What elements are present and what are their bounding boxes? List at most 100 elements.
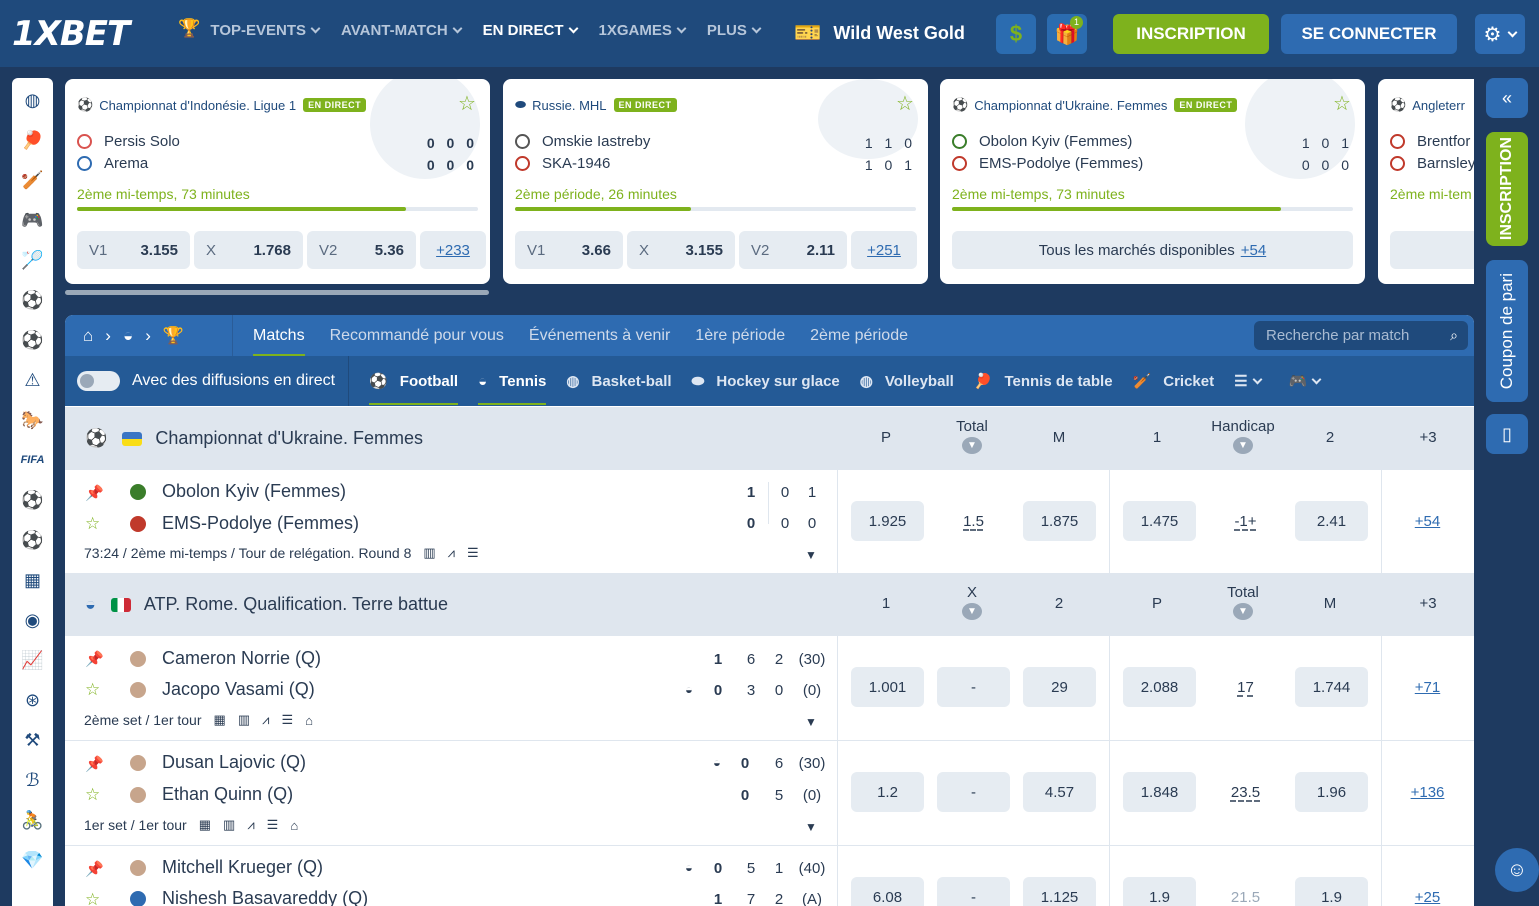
- tab-recommande[interactable]: Recommandé pour vous: [330, 315, 504, 356]
- odd-x[interactable]: X 1.768: [194, 231, 303, 269]
- carousel-scrollbar[interactable]: [65, 290, 489, 295]
- live-card[interactable]: ⚽ Angleterr Brentfor Barnsley 2ème mi-te…: [1378, 79, 1474, 284]
- sport-basketball[interactable]: ◍ Basket-ball: [566, 356, 671, 406]
- favorite-star-icon[interactable]: ☆: [85, 514, 100, 534]
- nav-avant-match[interactable]: AVANT-MATCH: [341, 22, 463, 39]
- odd-cell[interactable]: 1.875: [1023, 501, 1096, 541]
- odd-v1[interactable]: V1 3.66: [515, 231, 623, 269]
- chevron-down-icon[interactable]: ▼: [805, 820, 817, 834]
- pin-icon[interactable]: 📌: [85, 860, 104, 878]
- line-chart-icon[interactable]: ⩘: [262, 712, 269, 728]
- chevron-down-icon[interactable]: ▼: [805, 548, 817, 562]
- fifa-icon[interactable]: FIFA: [12, 440, 53, 480]
- diamond-icon[interactable]: 💎: [12, 840, 53, 880]
- stats-list-icon[interactable]: ☰: [281, 712, 293, 728]
- col-header-dropdown[interactable]: Total ▼: [932, 418, 1012, 454]
- scoreboard-icon[interactable]: ▦: [214, 712, 226, 728]
- pin-icon[interactable]: 📌: [85, 650, 104, 668]
- odd-cell[interactable]: 2.088: [1123, 667, 1196, 707]
- favorite-star-icon[interactable]: ☆: [85, 680, 100, 700]
- sports-ball-icon[interactable]: ◒: [123, 326, 133, 346]
- more-markets-link[interactable]: +251: [851, 231, 917, 269]
- nav-en-direct[interactable]: EN DIRECT: [483, 22, 578, 39]
- odd-cell[interactable]: 1.125: [1023, 877, 1096, 906]
- more-markets-link[interactable]: +233: [420, 231, 486, 269]
- soccer-ball-icon[interactable]: ⚽: [12, 480, 53, 520]
- sport-cricket[interactable]: 🏏 Cricket: [1133, 356, 1215, 406]
- odd-cell[interactable]: 1.9: [1123, 877, 1196, 906]
- odd-cell[interactable]: 1.848: [1123, 772, 1196, 812]
- odd-cell[interactable]: 29: [1023, 667, 1096, 707]
- odd-param[interactable]: 23.5: [1209, 772, 1282, 812]
- tournament-icon[interactable]: ⌂: [290, 818, 298, 833]
- register-button[interactable]: INSCRIPTION: [1113, 14, 1269, 54]
- odd-cell[interactable]: 4.57: [1023, 772, 1096, 812]
- register-side-button[interactable]: INSCRIPTION: [1486, 132, 1528, 246]
- favorite-star-icon[interactable]: ☆: [1333, 91, 1351, 116]
- gamepad-icon[interactable]: 🎮: [12, 200, 53, 240]
- nav-1xgames[interactable]: 1XGAMES: [599, 22, 687, 39]
- pin-icon[interactable]: 📌: [85, 484, 104, 502]
- search-icon[interactable]: ⌕: [1450, 327, 1458, 344]
- live-stream-toggle[interactable]: [77, 371, 120, 391]
- odd-v2[interactable]: V2 5.36: [307, 231, 416, 269]
- more-markets-link[interactable]: +25: [1391, 877, 1464, 906]
- horse-racing-icon[interactable]: 🐎: [12, 400, 53, 440]
- deposit-button[interactable]: $: [996, 14, 1036, 54]
- odd-cell[interactable]: 6.08: [851, 877, 924, 906]
- odd-cell[interactable]: 1.925: [851, 501, 924, 541]
- league-header[interactable]: ◒ ATP. Rome. Qualification. Terre battue…: [65, 573, 1474, 636]
- badminton-icon[interactable]: 🏸: [12, 240, 53, 280]
- favorite-star-icon[interactable]: ☆: [85, 785, 100, 805]
- chevron-down-icon[interactable]: ▼: [805, 715, 817, 729]
- sport-hockey[interactable]: ⬬ Hockey sur glace: [692, 356, 840, 406]
- tab-1ere-periode[interactable]: 1ère période: [695, 315, 785, 356]
- more-markets-link[interactable]: +136: [1391, 772, 1464, 812]
- cycling-icon[interactable]: 🚴: [12, 800, 53, 840]
- list-icon[interactable]: ☰: [467, 545, 479, 561]
- odd-cell[interactable]: 1.96: [1295, 772, 1368, 812]
- match-row[interactable]: 📌 ☆ Obolon Kyiv (Femmes) EMS-Podolye (Fe…: [65, 470, 1474, 575]
- cricket-icon[interactable]: 🏏: [12, 160, 53, 200]
- odd-param[interactable]: -1+: [1209, 501, 1282, 541]
- col-header-dropdown[interactable]: X ▼: [932, 584, 1012, 620]
- all-markets-button[interactable]: Tous les marchés disponibles +54: [952, 231, 1353, 269]
- more-markets-link[interactable]: +54: [1391, 501, 1464, 541]
- tournament-icon[interactable]: ⌂: [305, 713, 313, 728]
- tab-evenements-a-venir[interactable]: Événements à venir: [529, 315, 670, 356]
- home-icon[interactable]: ⌂: [83, 326, 93, 346]
- stats-list-icon[interactable]: ☰: [267, 817, 279, 833]
- tab-matchs[interactable]: Matchs: [253, 315, 305, 356]
- stats-icon[interactable]: 📈: [12, 640, 53, 680]
- odd-cell[interactable]: 1.744: [1295, 667, 1368, 707]
- col-header-dropdown[interactable]: Total ▼: [1203, 584, 1283, 620]
- futsal-icon[interactable]: ⚽: [12, 320, 53, 360]
- logo[interactable]: 1XBET: [12, 14, 130, 54]
- odd-cell[interactable]: 1.475: [1123, 501, 1196, 541]
- pin-icon[interactable]: 📌: [85, 755, 104, 773]
- col-header-dropdown[interactable]: Handicap ▼: [1203, 418, 1283, 454]
- match-row[interactable]: 📌 ☆ Dusan Lajovic (Q) Ethan Quinn (Q) ◒ …: [65, 741, 1474, 846]
- nav-top-events[interactable]: TOP-EVENTS: [210, 22, 321, 39]
- bar-chart-icon[interactable]: ▥: [238, 712, 250, 728]
- warning-icon[interactable]: ⚠: [12, 360, 53, 400]
- favorite-star-icon[interactable]: ☆: [896, 91, 914, 116]
- odd-cell[interactable]: [1390, 231, 1474, 269]
- promo-link[interactable]: 🎫 Wild West Gold: [794, 20, 965, 46]
- bet-slip-button[interactable]: Coupon de pari: [1486, 260, 1528, 402]
- sport-volleyball[interactable]: ◍ Volleyball: [860, 356, 954, 406]
- search-input[interactable]: Recherche par match ⌕: [1254, 321, 1468, 350]
- match-row[interactable]: 📌 ☆ Cameron Norrie (Q) Jacopo Vasami (Q)…: [65, 636, 1474, 741]
- more-sports-menu[interactable]: ☰: [1234, 356, 1262, 406]
- volleyball-icon[interactable]: ◍: [12, 80, 53, 120]
- bar-chart-icon[interactable]: ▥: [423, 545, 435, 561]
- scoreboard-icon[interactable]: ▦: [199, 817, 211, 833]
- gift-button[interactable]: 🎁 1: [1047, 14, 1087, 54]
- soccer-ball-alt-icon[interactable]: ⚽: [12, 520, 53, 560]
- odd-v1[interactable]: V1 3.155: [77, 231, 190, 269]
- settings-button[interactable]: ⚙: [1475, 14, 1525, 54]
- live-card[interactable]: ⬬ Russie. MHL EN DIRECT ☆ Omskie Iastreb…: [503, 79, 928, 284]
- football-icon[interactable]: ⚽: [12, 280, 53, 320]
- sport-tennis[interactable]: ◒ Tennis: [478, 356, 547, 406]
- odd-v2[interactable]: V2 2.11: [739, 231, 847, 269]
